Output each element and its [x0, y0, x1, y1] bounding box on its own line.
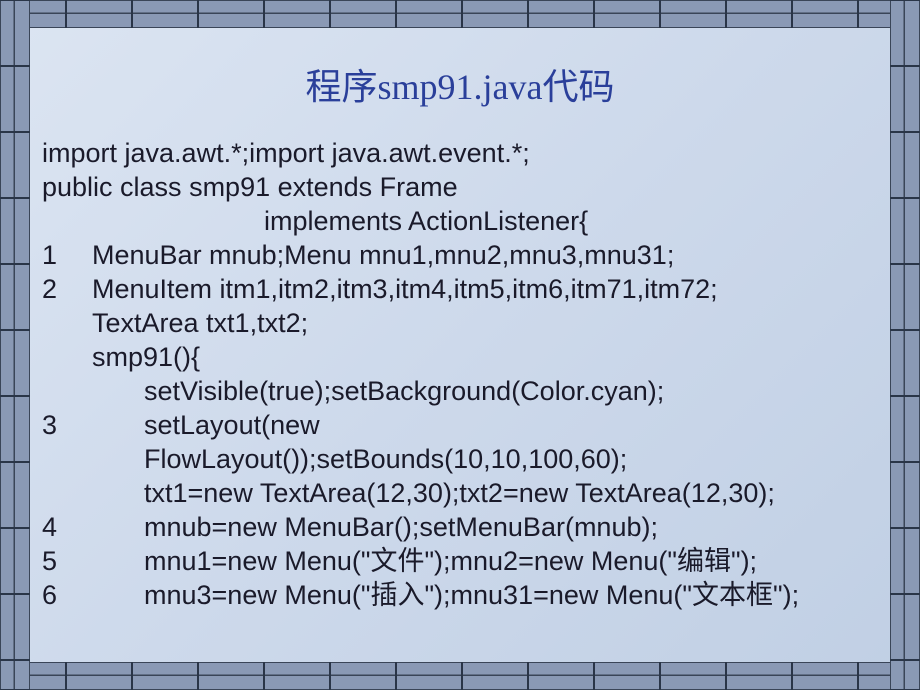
- code-block: import java.awt.*;import java.awt.event.…: [42, 136, 878, 612]
- code-line: TextArea txt1,txt2;: [42, 306, 878, 340]
- line-number: 5: [42, 544, 92, 578]
- code-text: mnu1=new Menu("文件");mnu2=new Menu("编辑");: [92, 546, 757, 576]
- border-left: [0, 0, 30, 690]
- border-top: [0, 0, 920, 28]
- code-line: 1MenuBar mnub;Menu mnu1,mnu2,mnu3,mnu31;: [42, 238, 878, 272]
- code-line: setVisible(true);setBackground(Color.cya…: [42, 374, 878, 408]
- border-bottom: [0, 662, 920, 690]
- code-line: txt1=new TextArea(12,30);txt2=new TextAr…: [42, 476, 878, 510]
- code-line: implements ActionListener{: [42, 204, 878, 238]
- code-line: 2MenuItem itm1,itm2,itm3,itm4,itm5,itm6,…: [42, 272, 878, 306]
- code-text: MenuBar mnub;Menu mnu1,mnu2,mnu3,mnu31;: [92, 240, 674, 270]
- code-line: import java.awt.*;import java.awt.event.…: [42, 136, 878, 170]
- code-text: mnub=new MenuBar();setMenuBar(mnub);: [92, 512, 658, 542]
- code-line: FlowLayout());setBounds(10,10,100,60);: [42, 442, 878, 476]
- code-text: MenuItem itm1,itm2,itm3,itm4,itm5,itm6,i…: [92, 274, 718, 304]
- code-line: 5mnu1=new Menu("文件");mnu2=new Menu("编辑")…: [42, 544, 878, 578]
- line-number: 3: [42, 408, 92, 442]
- line-number: 2: [42, 272, 92, 306]
- border-right: [890, 0, 920, 690]
- line-number: 6: [42, 578, 92, 612]
- code-line: smp91(){: [42, 340, 878, 374]
- line-number: 4: [42, 510, 92, 544]
- slide-content: 程序smp91.java代码 import java.awt.*;import …: [30, 28, 890, 662]
- code-line: 3setLayout(new: [42, 408, 878, 442]
- line-number: 1: [42, 238, 92, 272]
- code-line: 4mnub=new MenuBar();setMenuBar(mnub);: [42, 510, 878, 544]
- code-text: setLayout(new: [92, 410, 320, 440]
- code-text: mnu3=new Menu("插入");mnu31=new Menu("文本框"…: [92, 580, 799, 610]
- code-line: 6mnu3=new Menu("插入");mnu31=new Menu("文本框…: [42, 578, 878, 612]
- code-line: public class smp91 extends Frame: [42, 170, 878, 204]
- slide-title: 程序smp91.java代码: [42, 58, 878, 110]
